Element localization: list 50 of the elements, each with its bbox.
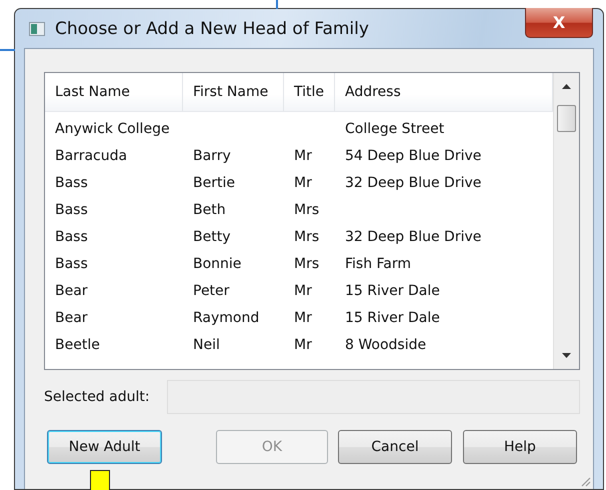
callout-marker: [90, 470, 110, 490]
table-cell: Fish Farm: [345, 256, 412, 272]
table-cell: 54 Deep Blue Drive: [345, 148, 482, 164]
new-adult-button[interactable]: New Adult: [47, 430, 162, 464]
table-cell: Mrs: [294, 256, 320, 272]
close-button[interactable]: X: [525, 8, 593, 38]
table-cell: 15 River Dale: [345, 310, 440, 326]
table-cell: Mr: [294, 310, 312, 326]
table-cell: Barry: [193, 148, 231, 164]
help-button[interactable]: Help: [463, 430, 577, 464]
table-cell: Bear: [55, 310, 88, 326]
table-cell: Bass: [55, 228, 88, 244]
table-cell: Mrs: [294, 228, 320, 244]
table-cell: Mr: [294, 336, 312, 352]
scroll-up-icon[interactable]: [562, 84, 571, 89]
column-header[interactable]: First Name: [183, 73, 284, 111]
table-cell: Beetle: [55, 336, 100, 352]
table-cell: Betty: [193, 228, 230, 244]
table-cell: Mr: [294, 174, 312, 190]
table-cell: Mr: [294, 148, 312, 164]
table-cell: Anywick College: [55, 120, 170, 136]
selected-adult-label: Selected adult:: [44, 389, 151, 405]
table-cell: Bertie: [193, 174, 235, 190]
table-cell: Bass: [55, 202, 88, 218]
scroll-thumb[interactable]: [557, 105, 576, 132]
table-cell: Mrs: [294, 202, 320, 218]
table-cell: 32 Deep Blue Drive: [345, 174, 482, 190]
resize-grip-icon[interactable]: [579, 475, 591, 487]
table-cell: College Street: [345, 120, 444, 136]
table-cell: Neil: [193, 336, 220, 352]
cancel-button[interactable]: Cancel: [338, 430, 452, 464]
scrollbar[interactable]: [553, 73, 579, 369]
scroll-down-icon[interactable]: [562, 353, 571, 358]
table-cell: Mr: [294, 282, 312, 298]
table-cell: Bonnie: [193, 256, 242, 272]
table-cell: Peter: [193, 282, 230, 298]
window-title: Choose or Add a New Head of Family: [55, 18, 369, 38]
table-cell: Bass: [55, 174, 88, 190]
table-cell: Raymond: [193, 310, 260, 326]
column-header[interactable]: Last Name: [45, 73, 183, 111]
table-cell: Bear: [55, 282, 88, 298]
window-icon: [29, 20, 45, 36]
table-cell: 15 River Dale: [345, 282, 440, 298]
table-cell: Bass: [55, 256, 88, 272]
table-cell: 32 Deep Blue Drive: [345, 228, 482, 244]
table-cell: Barracuda: [55, 148, 128, 164]
column-header[interactable]: Title: [284, 73, 335, 111]
table-cell: Beth: [193, 202, 226, 218]
table-cell: 8 Woodside: [345, 336, 426, 352]
callout-line: [0, 49, 15, 51]
